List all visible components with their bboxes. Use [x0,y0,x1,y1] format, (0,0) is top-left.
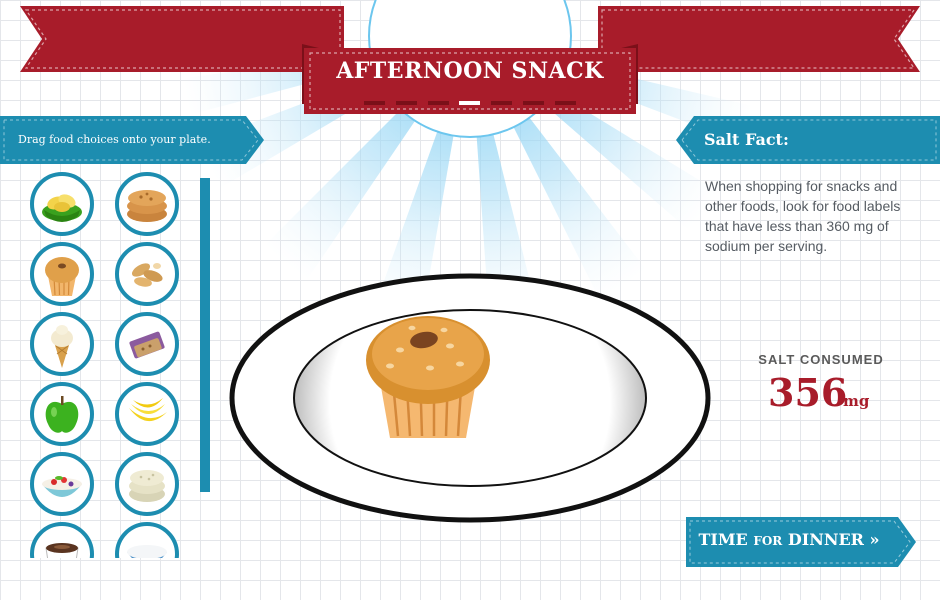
food-choice-cocoa[interactable] [30,522,94,558]
food-choice-rice-cakes[interactable] [115,452,179,516]
food-choices-panel [28,170,188,558]
ribbon-left [20,6,344,72]
salt-fact-body: When shopping for snacks and other foods… [705,178,901,254]
plated-muffin-icon[interactable] [360,310,496,442]
food-choice-muffin[interactable] [30,242,94,306]
granola-bar-icon [129,331,165,359]
food-choice-milk-bowl[interactable] [115,522,179,558]
food-choice-chips[interactable] [30,172,94,236]
fruit-yogurt-bowl-icon [42,476,82,497]
pager-dot[interactable] [364,101,385,105]
food-choice-granola-bar[interactable] [115,312,179,376]
salt-fact-heading: Salt Fact: [704,130,789,149]
ice-cream-cone-icon [51,325,73,368]
rice-cakes-icon [129,470,165,502]
instructions-text: Drag food choices onto your plate. [18,133,211,146]
chips-icon [42,194,82,222]
food-choice-peanuts[interactable] [115,242,179,306]
step-pager [364,101,576,107]
pager-dot[interactable] [523,101,545,105]
peanuts-icon [131,263,163,287]
page-title: AFTERNOON SNACK [336,58,604,84]
green-apple-icon [45,396,79,433]
pager-dot[interactable] [427,101,449,105]
hot-cocoa-icon [45,543,79,558]
food-choice-apple[interactable] [30,382,94,446]
dinner-label-part-3: DINNER » [787,530,880,549]
food-choices-scrollbar[interactable] [200,178,210,492]
dinner-label-part-2: FOR [753,534,783,548]
pager-dot[interactable] [395,101,417,105]
milk-bowl-icon [127,545,167,558]
dinner-button-label: TIME FOR DINNER » [686,530,892,549]
cookies-icon [127,190,167,222]
salt-consumed-value: 356 [768,370,848,415]
dinner-label-part-1: TIME [698,530,748,549]
time-for-dinner-button[interactable]: TIME FOR DINNER » [686,517,916,567]
bananas-icon [129,398,167,422]
food-choice-ice-cream[interactable] [30,312,94,376]
food-choice-yogurt[interactable] [30,452,94,516]
pager-dot[interactable] [491,101,513,105]
food-choice-cookies[interactable] [115,172,179,236]
ribbon-right [598,6,920,72]
salt-consumed-unit: mg [843,392,870,410]
pager-dot[interactable] [554,101,576,105]
pager-dot-active[interactable] [459,101,481,105]
food-choice-bananas[interactable] [115,382,179,446]
muffin-icon [45,257,79,296]
salt-consumed-label: SALT CONSUMED [758,352,884,367]
